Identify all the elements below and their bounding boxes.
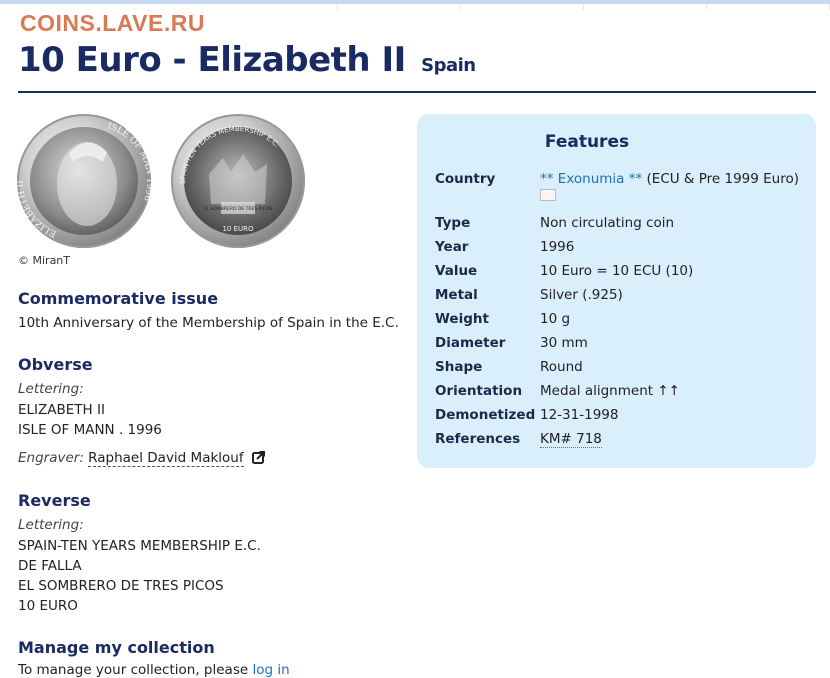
reverse-lettering-line: DE FALLA xyxy=(18,558,82,574)
collection-text: To manage your collection, please xyxy=(18,662,249,678)
country-link[interactable]: ** Exonumia ** xyxy=(540,171,642,187)
feature-label: Weight xyxy=(435,311,489,327)
feature-label: References xyxy=(435,431,521,447)
image-credit: © MiranT xyxy=(18,254,70,267)
reverse-lettering-line: SPAIN-TEN YEARS MEMBERSHIP E.C. xyxy=(18,538,261,554)
reverse-legend-bottom: 10 EURO xyxy=(222,225,254,233)
feature-value: 1996 xyxy=(540,239,575,255)
reverse-coin-image[interactable]: SPAIN-TEN YEARS MEMBERSHIP E.C. EL SOMBR… xyxy=(171,114,305,248)
commemorative-text: 10th Anniversary of the Membership of Sp… xyxy=(18,315,399,331)
feature-label: Diameter xyxy=(435,335,506,351)
country-note: (ECU & Pre 1999 Euro) xyxy=(646,171,800,187)
features-panel: Features Country ** Exonumia ** (ECU & P… xyxy=(417,114,816,468)
external-link-icon[interactable] xyxy=(251,450,266,464)
feature-label: Demonetized xyxy=(435,407,536,423)
coin-title: 10 Euro - Elizabeth II xyxy=(18,40,406,80)
engraver-link[interactable]: Raphael David Maklouf xyxy=(88,450,244,467)
reverse-heading: Reverse xyxy=(18,491,91,510)
features-heading: Features xyxy=(544,132,630,152)
country-subtitle: Spain xyxy=(421,55,476,76)
site-watermark: COINS.LAVE.RU xyxy=(20,10,205,36)
feature-label: Country xyxy=(435,171,496,187)
login-link[interactable]: log in xyxy=(252,662,289,678)
feature-label: Year xyxy=(435,239,469,255)
feature-value: Non circulating coin xyxy=(540,215,675,231)
top-tab-strip xyxy=(215,4,830,10)
engraver-row: Engraver: Raphael David Maklouf xyxy=(18,450,266,467)
feature-value: 10 g xyxy=(540,311,571,327)
obverse-lettering-line: ISLE OF MANN . 1996 xyxy=(18,422,162,438)
collection-text-row: To manage your collection, please log in xyxy=(18,662,290,678)
reverse-lettering-label: Lettering: xyxy=(18,517,84,533)
collection-heading: Manage my collection xyxy=(18,638,215,657)
reference-link[interactable]: KM# 718 xyxy=(540,431,602,448)
obverse-heading: Obverse xyxy=(18,355,93,374)
obverse-legend-left: ELIZABETH II xyxy=(17,180,58,239)
reverse-legend-mid: EL SOMBRERO DE TRES PICOS xyxy=(204,206,273,212)
feature-value: Silver (.925) xyxy=(540,287,623,303)
feature-label: Orientation xyxy=(435,383,523,399)
flag-icon xyxy=(540,189,556,201)
feature-value: 12-31-1998 xyxy=(540,407,619,423)
reverse-lettering-line: EL SOMBRERO DE TRES PICOS xyxy=(18,578,224,594)
svg-text:ELIZABETH II: ELIZABETH II xyxy=(17,180,58,239)
reverse-lettering-line: 10 EURO xyxy=(18,598,78,614)
feature-value: 10 Euro = 10 ECU (10) xyxy=(540,263,694,279)
feature-label: Value xyxy=(435,263,478,279)
title-divider xyxy=(18,91,816,93)
engraver-label: Engraver: xyxy=(18,450,84,466)
obverse-lettering-label: Lettering: xyxy=(18,381,84,397)
feature-value: Medal alignment ↑↑ xyxy=(540,383,680,399)
feature-label: Metal xyxy=(435,287,478,303)
feature-label: Shape xyxy=(435,359,483,375)
feature-value: Round xyxy=(540,359,583,375)
feature-label: Type xyxy=(435,215,471,231)
obverse-coin-image[interactable]: ELIZABETH II ISLE OF MAN 1996 xyxy=(17,114,151,248)
obverse-lettering-line: ELIZABETH II xyxy=(18,402,105,418)
page-title: 10 Euro - Elizabeth II Spain xyxy=(18,40,476,80)
commemorative-heading: Commemorative issue xyxy=(18,289,219,308)
feature-value: 30 mm xyxy=(540,335,588,351)
